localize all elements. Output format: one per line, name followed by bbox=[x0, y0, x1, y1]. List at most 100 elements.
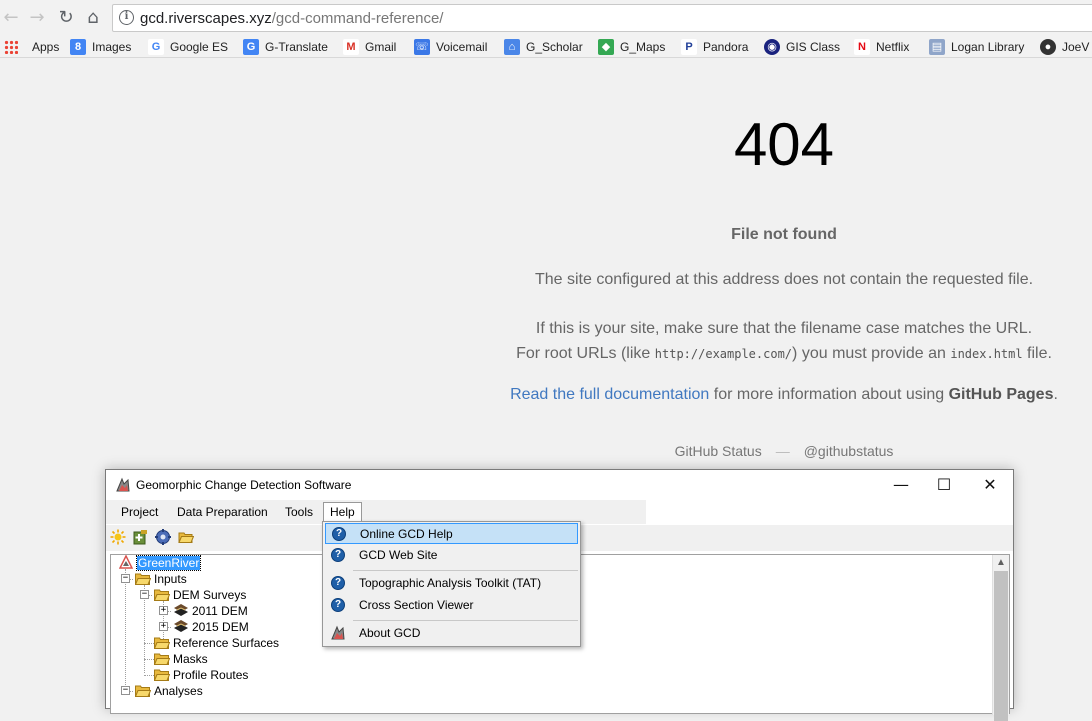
documentation-link[interactable]: Read the full documentation bbox=[510, 386, 709, 403]
tree-node-2015-dem[interactable]: 2015 DEM bbox=[173, 619, 249, 635]
menu-item-online-gcd-help[interactable]: ? Online GCD Help bbox=[325, 523, 578, 544]
window-title: Geomorphic Change Detection Software bbox=[136, 478, 352, 492]
collapse-dem-surveys-icon[interactable]: − bbox=[140, 590, 149, 599]
menu-item-label: Online GCD Help bbox=[360, 527, 453, 541]
gmail-icon: M bbox=[343, 38, 359, 55]
tree-node-analyses[interactable]: Analyses bbox=[135, 683, 203, 699]
menu-item-about-gcd[interactable]: About GCD bbox=[325, 623, 578, 644]
url-host: gcd.riverscapes.xyz bbox=[140, 10, 272, 27]
google-icon: G bbox=[148, 38, 164, 55]
page-footer: GitHub Status — @githubstatus bbox=[474, 443, 1092, 459]
tree-label-root: GreenRiver bbox=[135, 555, 202, 571]
close-button[interactable]: ✕ bbox=[967, 470, 1013, 500]
tree-label-dem-surveys: DEM Surveys bbox=[173, 588, 247, 602]
forward-arrow-icon[interactable]: → bbox=[26, 7, 48, 29]
bookmark-netflix[interactable]: N Netflix bbox=[854, 38, 909, 56]
folder-open-icon bbox=[135, 573, 151, 585]
folder-icon bbox=[154, 637, 170, 649]
bookmark-apps[interactable]: Apps bbox=[4, 38, 59, 56]
github-status-link[interactable]: GitHub Status bbox=[675, 443, 762, 459]
bookmark-g-maps[interactable]: ◆ G_Maps bbox=[598, 38, 665, 56]
githubstatus-link[interactable]: @githubstatus bbox=[804, 443, 894, 459]
menu-separator bbox=[353, 620, 578, 621]
bookmark-label: G-Translate bbox=[265, 40, 328, 54]
hint-text: For root URLs (like bbox=[516, 345, 655, 362]
expand-2011-dem-icon[interactable]: + bbox=[159, 606, 168, 615]
menu-item-gcd-web-site[interactable]: ? GCD Web Site bbox=[325, 545, 578, 566]
bookmark-gis-class[interactable]: ◉ GIS Class bbox=[764, 38, 840, 56]
settings-gear-icon[interactable] bbox=[155, 529, 171, 545]
menu-tools[interactable]: Tools bbox=[279, 503, 319, 523]
bookmark-g-translate[interactable]: G G-Translate bbox=[243, 38, 328, 56]
tree-label-2015-dem: 2015 DEM bbox=[192, 620, 249, 634]
tree-line bbox=[125, 569, 126, 689]
tree-node-inputs[interactable]: Inputs bbox=[135, 571, 187, 587]
vertical-scrollbar[interactable]: ▲ bbox=[992, 555, 1009, 721]
minimize-button[interactable]: — bbox=[878, 470, 924, 500]
gcd-app-icon bbox=[116, 477, 130, 492]
tree-node-root[interactable]: GreenRiver bbox=[118, 554, 202, 571]
menu-item-label: About GCD bbox=[359, 626, 421, 640]
new-project-icon[interactable] bbox=[110, 529, 126, 545]
tree-node-masks[interactable]: Masks bbox=[154, 651, 208, 667]
bookmark-logan-library[interactable]: ▤ Logan Library bbox=[929, 38, 1024, 56]
expand-2015-dem-icon[interactable]: + bbox=[159, 622, 168, 631]
dem-raster-icon bbox=[174, 620, 188, 633]
tree-node-dem-surveys[interactable]: DEM Surveys bbox=[154, 587, 246, 603]
menu-item-cross-section-viewer[interactable]: ? Cross Section Viewer bbox=[325, 595, 578, 616]
bookmark-label: G_Maps bbox=[620, 40, 666, 54]
bookmark-voicemail[interactable]: ☏ Voicemail bbox=[414, 38, 487, 56]
footer-separator: — bbox=[775, 443, 790, 459]
netflix-icon: N bbox=[854, 38, 870, 55]
bookmark-label: Pandora bbox=[703, 40, 749, 54]
add-item-icon[interactable] bbox=[132, 529, 148, 545]
bookmark-label: Images bbox=[92, 40, 132, 54]
dem-raster-icon bbox=[174, 604, 188, 617]
bookmark-gmail[interactable]: M Gmail bbox=[343, 38, 396, 56]
menu-data-preparation[interactable]: Data Preparation bbox=[171, 503, 274, 523]
tree-node-reference-surfaces[interactable]: Reference Surfaces bbox=[154, 635, 279, 651]
bookmark-pandora[interactable]: P Pandora bbox=[681, 38, 748, 56]
voice-icon: ☏ bbox=[414, 38, 430, 55]
menu-item-label: Topographic Analysis Toolkit (TAT) bbox=[359, 576, 542, 590]
address-url[interactable]: gcd.riverscapes.xyz/gcd-command-referenc… bbox=[140, 10, 443, 27]
menu-project[interactable]: Project bbox=[115, 503, 164, 523]
url-path: /gcd-command-reference/ bbox=[271, 10, 444, 27]
maximize-button[interactable]: ☐ bbox=[921, 470, 967, 500]
bookmarks-bar: Apps 8 Images G Google ES G G-Translate M Gm… bbox=[0, 36, 1092, 58]
tree-node-2011-dem[interactable]: 2011 DEM bbox=[173, 603, 248, 619]
error-code: 404 bbox=[733, 111, 835, 178]
collapse-analyses-icon[interactable]: − bbox=[121, 686, 130, 695]
bookmark-label: Google ES bbox=[170, 40, 229, 54]
info-icon[interactable]: i bbox=[119, 10, 134, 25]
home-icon[interactable]: ⌂ bbox=[82, 7, 104, 29]
scroll-up-arrow-icon[interactable]: ▲ bbox=[996, 557, 1006, 568]
reload-icon[interactable]: ↻ bbox=[55, 7, 77, 29]
address-bar[interactable]: i gcd.riverscapes.xyz/gcd-command-refere… bbox=[112, 4, 1092, 32]
bookmark-label: G_Scholar bbox=[526, 40, 583, 54]
bookmark-images[interactable]: 8 Images bbox=[70, 38, 131, 56]
bookmark-label: Netflix bbox=[876, 40, 910, 54]
menu-item-topographic-analysis-toolkit[interactable]: ? Topographic Analysis Toolkit (TAT) bbox=[325, 573, 578, 594]
tree-label-reference-surfaces: Reference Surfaces bbox=[173, 636, 280, 650]
gis-globe-icon: ◉ bbox=[764, 38, 780, 55]
bookmark-google-es[interactable]: G Google ES bbox=[148, 38, 228, 56]
project-warning-icon bbox=[118, 554, 134, 570]
back-arrow-icon[interactable]: ← bbox=[0, 7, 22, 29]
bookmark-g-scholar[interactable]: ⌂ G_Scholar bbox=[504, 38, 583, 56]
hint-line: If this is your site, make sure that the… bbox=[535, 320, 1033, 337]
open-folder-icon[interactable] bbox=[178, 529, 194, 545]
help-dropdown-menu: ? Online GCD Help ? GCD Web Site ? Topog… bbox=[322, 521, 581, 647]
documentation-note: Read the full documentation for more inf… bbox=[474, 386, 1092, 404]
title-bar[interactable]: Geomorphic Change Detection Software — ☐… bbox=[106, 470, 1013, 500]
folder-icon bbox=[154, 653, 170, 665]
error-heading: File not found bbox=[731, 226, 837, 243]
doc-text: . bbox=[1053, 386, 1058, 403]
tree-label-analyses: Analyses bbox=[154, 684, 203, 698]
bookmark-joev[interactable]: ● JoeV bbox=[1040, 38, 1089, 56]
collapse-inputs-icon[interactable]: − bbox=[121, 574, 130, 583]
help-question-icon: ? bbox=[331, 548, 345, 562]
tree-node-profile-routes[interactable]: Profile Routes bbox=[154, 667, 248, 683]
avatar-icon: ● bbox=[1040, 38, 1056, 55]
folder-open-icon bbox=[154, 589, 170, 601]
